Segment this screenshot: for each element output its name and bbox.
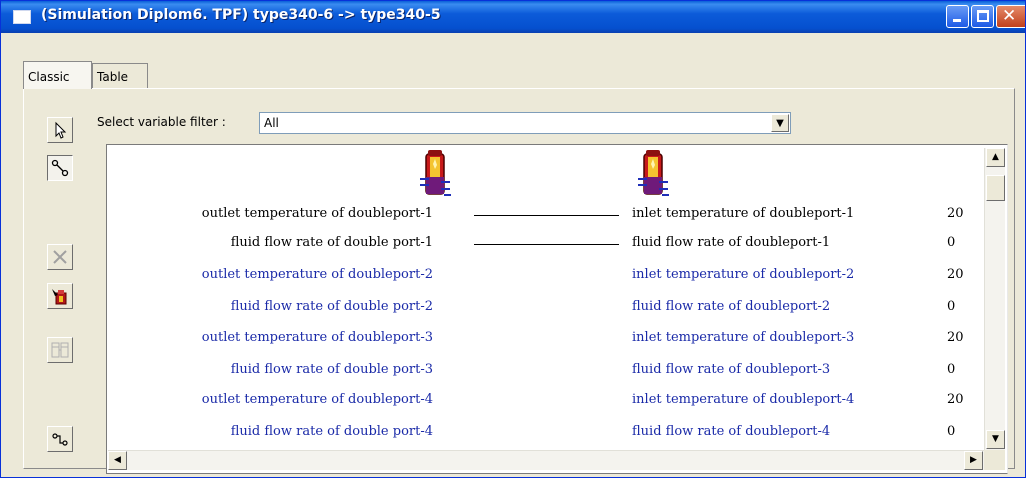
connection-row[interactable]: fluid flow rate of double port-2 fluid fl…	[107, 298, 987, 318]
close-button[interactable]: ✕	[996, 5, 1025, 28]
connection-row[interactable]: fluid flow rate of double port-3 fluid fl…	[107, 361, 987, 381]
target-variable[interactable]: fluid flow rate of doubleport-3	[632, 362, 830, 377]
table-icon	[51, 342, 69, 358]
minimize-icon	[953, 19, 961, 22]
variable-value: 0	[947, 424, 956, 439]
filter-value: All	[264, 116, 279, 130]
auto-connect-icon	[52, 289, 67, 305]
scrollbar-corner	[984, 450, 1005, 470]
filter-label: Select variable filter :	[97, 115, 226, 129]
source-variable[interactable]: outlet temperature of doubleport-2	[202, 267, 433, 282]
scroll-right-icon[interactable]: ▶	[964, 451, 983, 470]
close-icon: ✕	[1002, 6, 1017, 26]
select-tool-button[interactable]	[47, 117, 73, 143]
variable-value: 20	[947, 392, 964, 407]
source-variable[interactable]: fluid flow rate of double port-2	[231, 299, 433, 314]
variable-value: 20	[947, 206, 964, 221]
link-icon	[51, 159, 69, 177]
maximize-button[interactable]	[971, 5, 994, 28]
connection-dialog-window: (Simulation Diplom6. TPF) type340-6 -> t…	[0, 0, 1026, 478]
tab-classic[interactable]: Classic	[23, 61, 92, 89]
target-variable[interactable]: inlet temperature of doubleport-2	[632, 267, 854, 282]
title-bar[interactable]: (Simulation Diplom6. TPF) type340-6 -> t…	[1, 1, 1025, 33]
variable-value: 20	[947, 267, 964, 282]
minimize-button[interactable]	[946, 5, 969, 28]
target-variable[interactable]: fluid flow rate of doubleport-2	[632, 299, 830, 314]
source-variable[interactable]: fluid flow rate of double port-1	[231, 235, 433, 250]
variable-value: 0	[947, 299, 956, 314]
variable-value: 0	[947, 235, 956, 250]
source-variable[interactable]: outlet temperature of doubleport-4	[202, 392, 433, 407]
dropdown-arrow-icon[interactable]: ▼	[771, 114, 789, 132]
tab-table[interactable]: Table	[92, 63, 148, 89]
link-tool-button[interactable]	[47, 155, 73, 181]
source-component-icon	[420, 150, 451, 196]
connection-row[interactable]: fluid flow rate of double port-4 fluid fl…	[107, 423, 987, 443]
target-variable[interactable]: fluid flow rate of doubleport-1	[632, 235, 830, 250]
connection-list[interactable]: outlet temperature of doubleport-1 inlet …	[106, 144, 1008, 474]
target-variable[interactable]: inlet temperature of doubleport-4	[632, 392, 854, 407]
source-variable[interactable]: outlet temperature of doubleport-3	[202, 330, 433, 345]
target-variable[interactable]: inlet temperature of doubleport-3	[632, 330, 854, 345]
vertical-scrollbar[interactable]: ▲ ▼	[984, 148, 1005, 450]
connection-line	[474, 215, 619, 216]
scroll-down-icon[interactable]: ▼	[986, 430, 1005, 449]
source-variable[interactable]: fluid flow rate of double port-3	[231, 362, 433, 377]
scroll-thumb[interactable]	[986, 175, 1005, 201]
variable-value: 0	[947, 362, 956, 377]
connection-line	[474, 244, 619, 245]
window-icon	[13, 10, 31, 24]
target-variable[interactable]: inlet temperature of doubleport-1	[632, 206, 854, 221]
connect-tool-button[interactable]	[47, 426, 73, 452]
target-component-icon	[638, 150, 669, 196]
variable-filter-select[interactable]: All ▼	[259, 112, 791, 134]
connection-row[interactable]: outlet temperature of doubleport-3 inlet …	[107, 329, 987, 349]
source-variable[interactable]: fluid flow rate of double port-4	[231, 424, 433, 439]
delete-icon	[53, 250, 67, 264]
variable-value: 20	[947, 330, 964, 345]
delete-connection-button[interactable]	[47, 244, 73, 270]
connection-row[interactable]: outlet temperature of doubleport-2 inlet …	[107, 266, 987, 286]
source-variable[interactable]: outlet temperature of doubleport-1	[202, 206, 433, 221]
table-view-button[interactable]	[47, 337, 73, 363]
window-title: (Simulation Diplom6. TPF) type340-6 -> t…	[41, 7, 441, 23]
connection-row[interactable]: fluid flow rate of double port-1 fluid fl…	[107, 234, 987, 254]
maximize-icon	[977, 10, 989, 22]
connection-row[interactable]: outlet temperature of doubleport-4 inlet …	[107, 391, 987, 411]
pointer-icon	[55, 121, 67, 139]
target-variable[interactable]: fluid flow rate of doubleport-4	[632, 424, 830, 439]
scroll-left-icon[interactable]: ◀	[108, 451, 127, 470]
connect-icon	[52, 433, 68, 446]
connection-row[interactable]: outlet temperature of doubleport-1 inlet …	[107, 205, 987, 225]
horizontal-scrollbar[interactable]: ◀ ▶	[108, 450, 984, 470]
auto-connect-button[interactable]	[47, 283, 73, 309]
scroll-up-icon[interactable]: ▲	[986, 148, 1005, 167]
